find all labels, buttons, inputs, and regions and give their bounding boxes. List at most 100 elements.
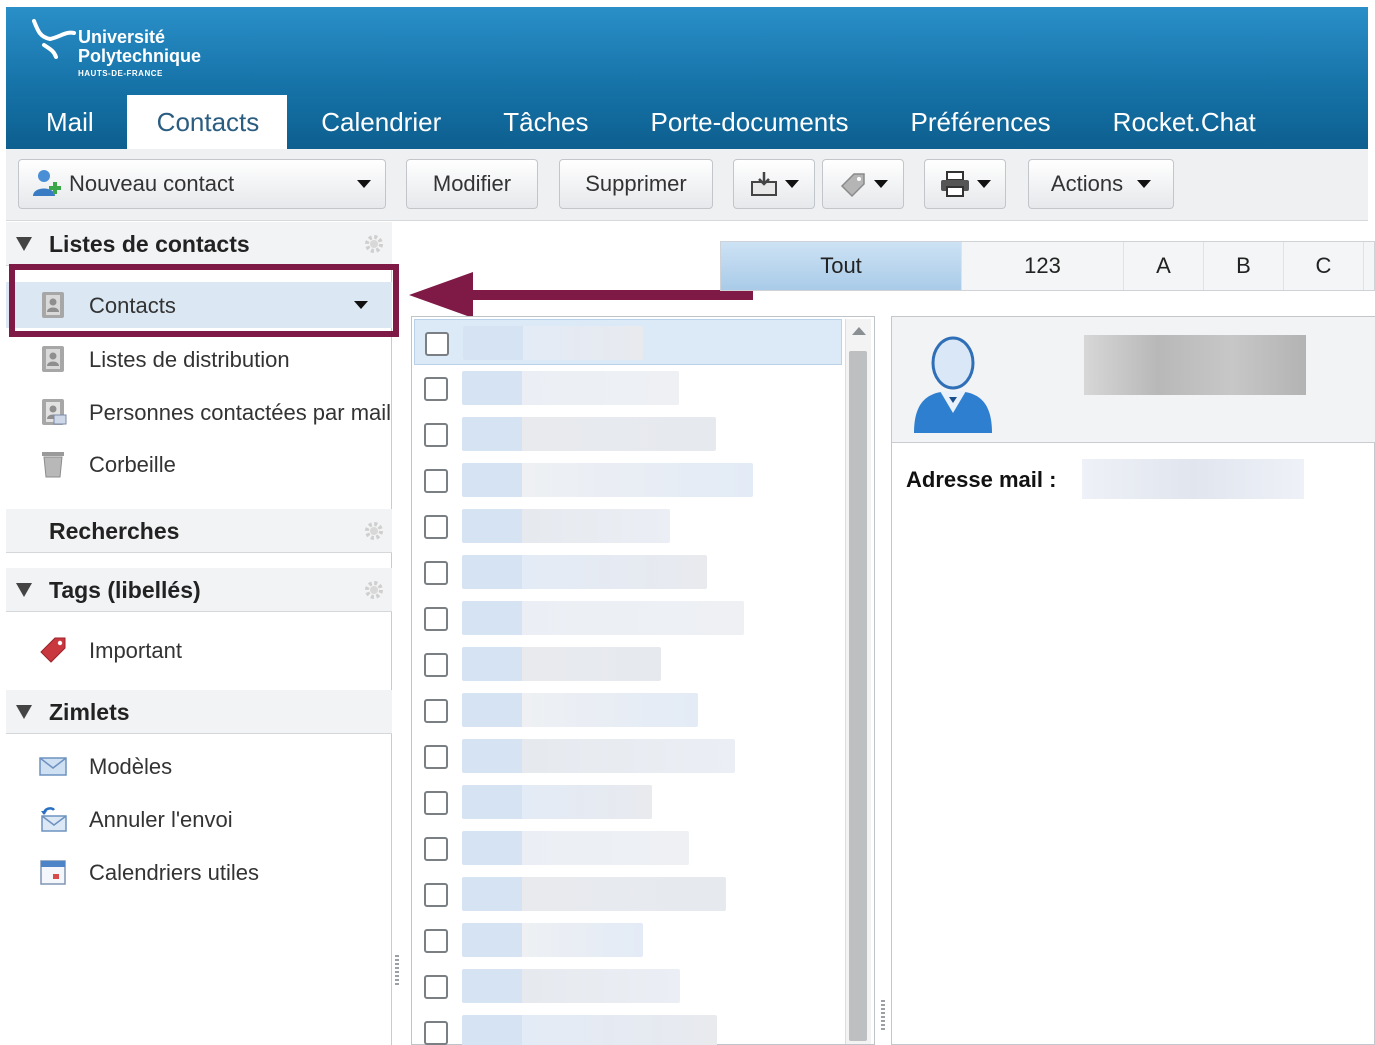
alpha-filter-c[interactable]: C (1284, 242, 1364, 290)
row-checkbox[interactable] (424, 469, 448, 493)
tag-dropdown-icon (874, 180, 888, 188)
app-header: Université Polytechnique HAUTS-DE-FRANCE… (6, 7, 1368, 149)
contact-name-redacted (462, 601, 744, 635)
tab-taches[interactable]: Tâches (471, 95, 618, 149)
row-checkbox[interactable] (424, 745, 448, 769)
contact-name-redacted (462, 693, 698, 727)
table-row[interactable] (414, 871, 842, 917)
tab-preferences[interactable]: Préférences (878, 95, 1080, 149)
contact-name-redacted (1084, 335, 1306, 395)
contacted-people-icon (42, 399, 67, 425)
contact-name-redacted (463, 326, 643, 360)
actions-button[interactable]: Actions (1028, 159, 1174, 209)
sidebar-item-important[interactable]: Important (6, 627, 392, 673)
table-row[interactable] (414, 825, 842, 871)
row-checkbox[interactable] (424, 515, 448, 539)
logo-text: Université Polytechnique (78, 27, 202, 66)
tab-mail[interactable]: Mail (6, 95, 127, 149)
edit-button[interactable]: Modifier (406, 159, 538, 209)
contact-list (411, 316, 875, 1045)
alphabet-filter-bar: Tout 123 A B C (720, 241, 1375, 291)
row-checkbox[interactable] (424, 561, 448, 585)
table-row[interactable] (414, 1009, 842, 1045)
gear-icon[interactable] (362, 232, 386, 256)
row-checkbox[interactable] (424, 377, 448, 401)
row-checkbox[interactable] (424, 607, 448, 631)
panel-splitter[interactable] (881, 1000, 885, 1030)
row-checkbox[interactable] (424, 929, 448, 953)
table-row[interactable] (414, 917, 842, 963)
table-row[interactable] (414, 319, 842, 365)
table-row[interactable] (414, 411, 842, 457)
new-contact-dropdown-icon[interactable] (357, 180, 371, 188)
contact-name-redacted (462, 463, 753, 497)
scroll-thumb[interactable] (849, 351, 867, 1041)
tab-contacts[interactable]: Contacts (126, 95, 288, 149)
collapse-icon[interactable] (16, 237, 32, 251)
contact-lists-header[interactable]: Listes de contacts (6, 222, 392, 266)
contact-email-redacted[interactable] (1082, 459, 1304, 499)
address-book-icon (42, 346, 64, 372)
table-row[interactable] (414, 595, 842, 641)
folder-tree-panel: Listes de contacts Contacts Listes de di… (6, 222, 392, 1045)
contact-name-redacted (462, 1015, 717, 1045)
row-checkbox[interactable] (424, 699, 448, 723)
row-checkbox[interactable] (424, 837, 448, 861)
trash-icon (42, 452, 64, 478)
table-row[interactable] (414, 963, 842, 1009)
panel-splitter[interactable] (395, 955, 399, 985)
table-row[interactable] (414, 779, 842, 825)
sidebar-item-contacted-people[interactable]: Personnes contactées par mail (6, 389, 392, 435)
sidebar-item-distribution-lists[interactable]: Listes de distribution (6, 336, 392, 382)
alpha-filter-all[interactable]: Tout (721, 242, 962, 290)
row-checkbox[interactable] (424, 883, 448, 907)
delete-button[interactable]: Supprimer (559, 159, 713, 209)
zimlets-header[interactable]: Zimlets (6, 690, 392, 734)
new-contact-button[interactable]: Nouveau contact (18, 159, 386, 209)
tab-calendrier[interactable]: Calendrier (287, 95, 471, 149)
gear-icon[interactable] (362, 519, 386, 543)
scroll-up-icon[interactable] (852, 327, 866, 335)
gear-icon[interactable] (362, 578, 386, 602)
table-row[interactable] (414, 687, 842, 733)
sidebar-item-useful-calendars[interactable]: Calendriers utiles (6, 849, 392, 895)
contact-name-redacted (462, 877, 726, 911)
main-tabs: Mail Contacts Calendrier Tâches Porte-do… (6, 95, 1286, 149)
tag-button[interactable] (822, 159, 904, 209)
row-checkbox[interactable] (424, 791, 448, 815)
sidebar-item-trash[interactable]: Corbeille (6, 441, 392, 487)
contact-name-redacted (462, 831, 689, 865)
row-checkbox[interactable] (424, 423, 448, 447)
alpha-filter-b[interactable]: B (1204, 242, 1284, 290)
tab-porte-documents[interactable]: Porte-documents (619, 95, 879, 149)
table-row[interactable] (414, 641, 842, 687)
row-checkbox[interactable] (424, 975, 448, 999)
move-button[interactable] (733, 159, 815, 209)
contact-name-redacted (462, 923, 643, 957)
table-row[interactable] (414, 733, 842, 779)
sidebar-item-templates[interactable]: Modèles (6, 743, 392, 789)
table-row[interactable] (414, 365, 842, 411)
row-checkbox[interactable] (424, 653, 448, 677)
table-row[interactable] (414, 549, 842, 595)
row-checkbox[interactable] (424, 1021, 448, 1045)
table-row[interactable] (414, 503, 842, 549)
envelope-icon (39, 757, 67, 776)
print-button[interactable] (924, 159, 1006, 209)
highlight-box (9, 264, 399, 337)
collapse-icon[interactable] (16, 583, 32, 597)
collapse-icon[interactable] (16, 705, 32, 719)
tab-rocket-chat[interactable]: Rocket.Chat (1081, 95, 1286, 149)
table-row[interactable] (414, 457, 842, 503)
alpha-filter-123[interactable]: 123 (962, 242, 1124, 290)
contact-detail-pane: Adresse mail : (891, 316, 1375, 1045)
searches-header[interactable]: Recherches (6, 509, 392, 553)
tags-header[interactable]: Tags (libellés) (6, 568, 392, 612)
list-scrollbar[interactable] (845, 319, 871, 1044)
alpha-filter-a[interactable]: A (1124, 242, 1204, 290)
contact-avatar-icon (914, 336, 992, 433)
row-checkbox[interactable] (425, 332, 449, 356)
contact-name-redacted (462, 969, 680, 1003)
printer-icon (941, 171, 969, 197)
sidebar-item-undo-send[interactable]: Annuler l'envoi (6, 796, 392, 842)
